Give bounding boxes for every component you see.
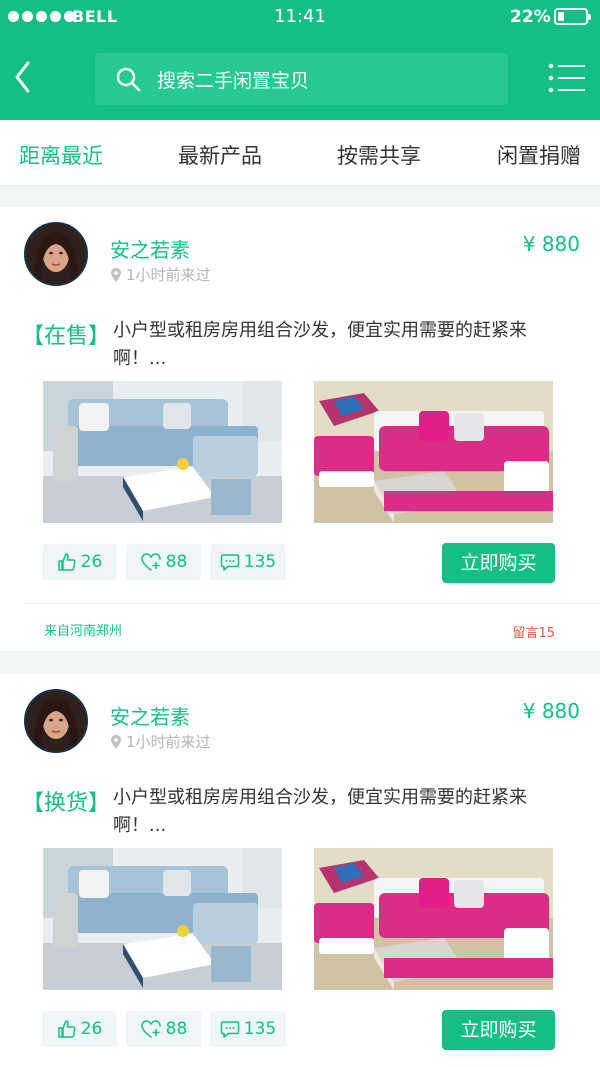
- favorite-count: 88: [165, 552, 188, 572]
- favorite-button[interactable]: 88: [126, 1011, 201, 1047]
- favorite-count: 88: [165, 1019, 188, 1039]
- app-header: BELL 11:41 22% 搜索二手闲置宝贝: [0, 0, 600, 120]
- gray-sofa-image: [43, 381, 282, 523]
- location-pin-icon: [111, 267, 121, 282]
- chevron-left-icon: [15, 61, 30, 93]
- username[interactable]: 安之若素: [110, 234, 190, 263]
- message-count[interactable]: 留言15: [512, 622, 555, 641]
- like-count: 26: [80, 552, 103, 572]
- post-description: 小户型或租房房用组合沙发，便宜实用需要的赶紧来啊！...: [113, 320, 527, 369]
- product-photo[interactable]: [314, 848, 553, 990]
- buy-now-button[interactable]: 立即购买: [442, 543, 555, 583]
- status-bar: BELL 11:41 22%: [0, 0, 600, 34]
- battery-percent: 22%: [510, 7, 551, 27]
- thumbs-up-icon: [57, 553, 76, 571]
- post-card: 安之若素 1小时前来过 ¥ 880 【在售】 小户型或租房房用组合沙发，便宜实用…: [0, 207, 600, 651]
- back-button[interactable]: [6, 54, 42, 100]
- status-tag: 【在售】: [22, 324, 111, 349]
- search-input[interactable]: 搜索二手闲置宝贝: [95, 53, 508, 105]
- post-description: 小户型或租房房用组合沙发，便宜实用需要的赶紧来啊！...: [113, 787, 527, 836]
- heart-plus-icon: [140, 553, 161, 571]
- battery-fill: [558, 12, 564, 21]
- category-tabs: 距离最近 最新产品 按需共享 闲置捐赠: [0, 120, 600, 186]
- location-pin-icon: [111, 734, 121, 749]
- last-seen: 1小时前来过: [110, 731, 211, 752]
- menu-button[interactable]: [548, 62, 586, 94]
- status-tag: 【换货】: [22, 791, 111, 816]
- comment-button[interactable]: 135: [210, 544, 286, 580]
- search-placeholder: 搜索二手闲置宝贝: [157, 70, 310, 92]
- tab-on-demand-share[interactable]: 按需共享: [337, 140, 421, 170]
- product-photo[interactable]: [314, 381, 553, 523]
- thumbs-up-icon: [57, 1020, 76, 1038]
- product-photo[interactable]: [43, 381, 282, 523]
- heart-plus-icon: [140, 1020, 161, 1038]
- last-seen-text: 1小时前来过: [126, 733, 211, 751]
- gray-sofa-image: [43, 848, 282, 990]
- avatar-portrait: [26, 224, 86, 284]
- battery-icon: [554, 8, 591, 25]
- location-text: 来自河南郑州: [44, 624, 123, 639]
- pink-sofa-image: [314, 848, 553, 990]
- comment-count: 135: [243, 552, 277, 572]
- comment-icon: [220, 554, 240, 571]
- like-button[interactable]: 26: [42, 1011, 117, 1047]
- comment-count: 135: [243, 1019, 277, 1039]
- username[interactable]: 安之若素: [110, 701, 190, 730]
- avatar[interactable]: [24, 222, 88, 286]
- comment-button[interactable]: 135: [210, 1011, 286, 1047]
- last-seen: 1小时前来过: [110, 264, 211, 285]
- buy-now-button[interactable]: 立即购买: [442, 1010, 555, 1050]
- post-card: 安之若素 1小时前来过 ¥ 880 【换货】 小户型或租房房用组合沙发，便宜实用…: [0, 674, 600, 1067]
- search-icon: [116, 67, 141, 92]
- avatar[interactable]: [24, 689, 88, 753]
- like-count: 26: [80, 1019, 103, 1039]
- price: ¥ 880: [522, 232, 580, 256]
- tab-newest[interactable]: 最新产品: [178, 140, 262, 170]
- product-photo[interactable]: [43, 848, 282, 990]
- tab-nearest[interactable]: 距离最近: [19, 140, 103, 170]
- list-menu-icon: [548, 63, 585, 93]
- last-seen-text: 1小时前来过: [126, 266, 211, 284]
- like-button[interactable]: 26: [42, 544, 117, 580]
- price: ¥ 880: [522, 699, 580, 723]
- comment-icon: [220, 1021, 240, 1038]
- tab-donate-idle[interactable]: 闲置捐赠: [497, 140, 581, 170]
- divider: [24, 603, 600, 604]
- avatar-portrait: [26, 691, 86, 751]
- favorite-button[interactable]: 88: [126, 544, 201, 580]
- pink-sofa-image: [314, 381, 553, 523]
